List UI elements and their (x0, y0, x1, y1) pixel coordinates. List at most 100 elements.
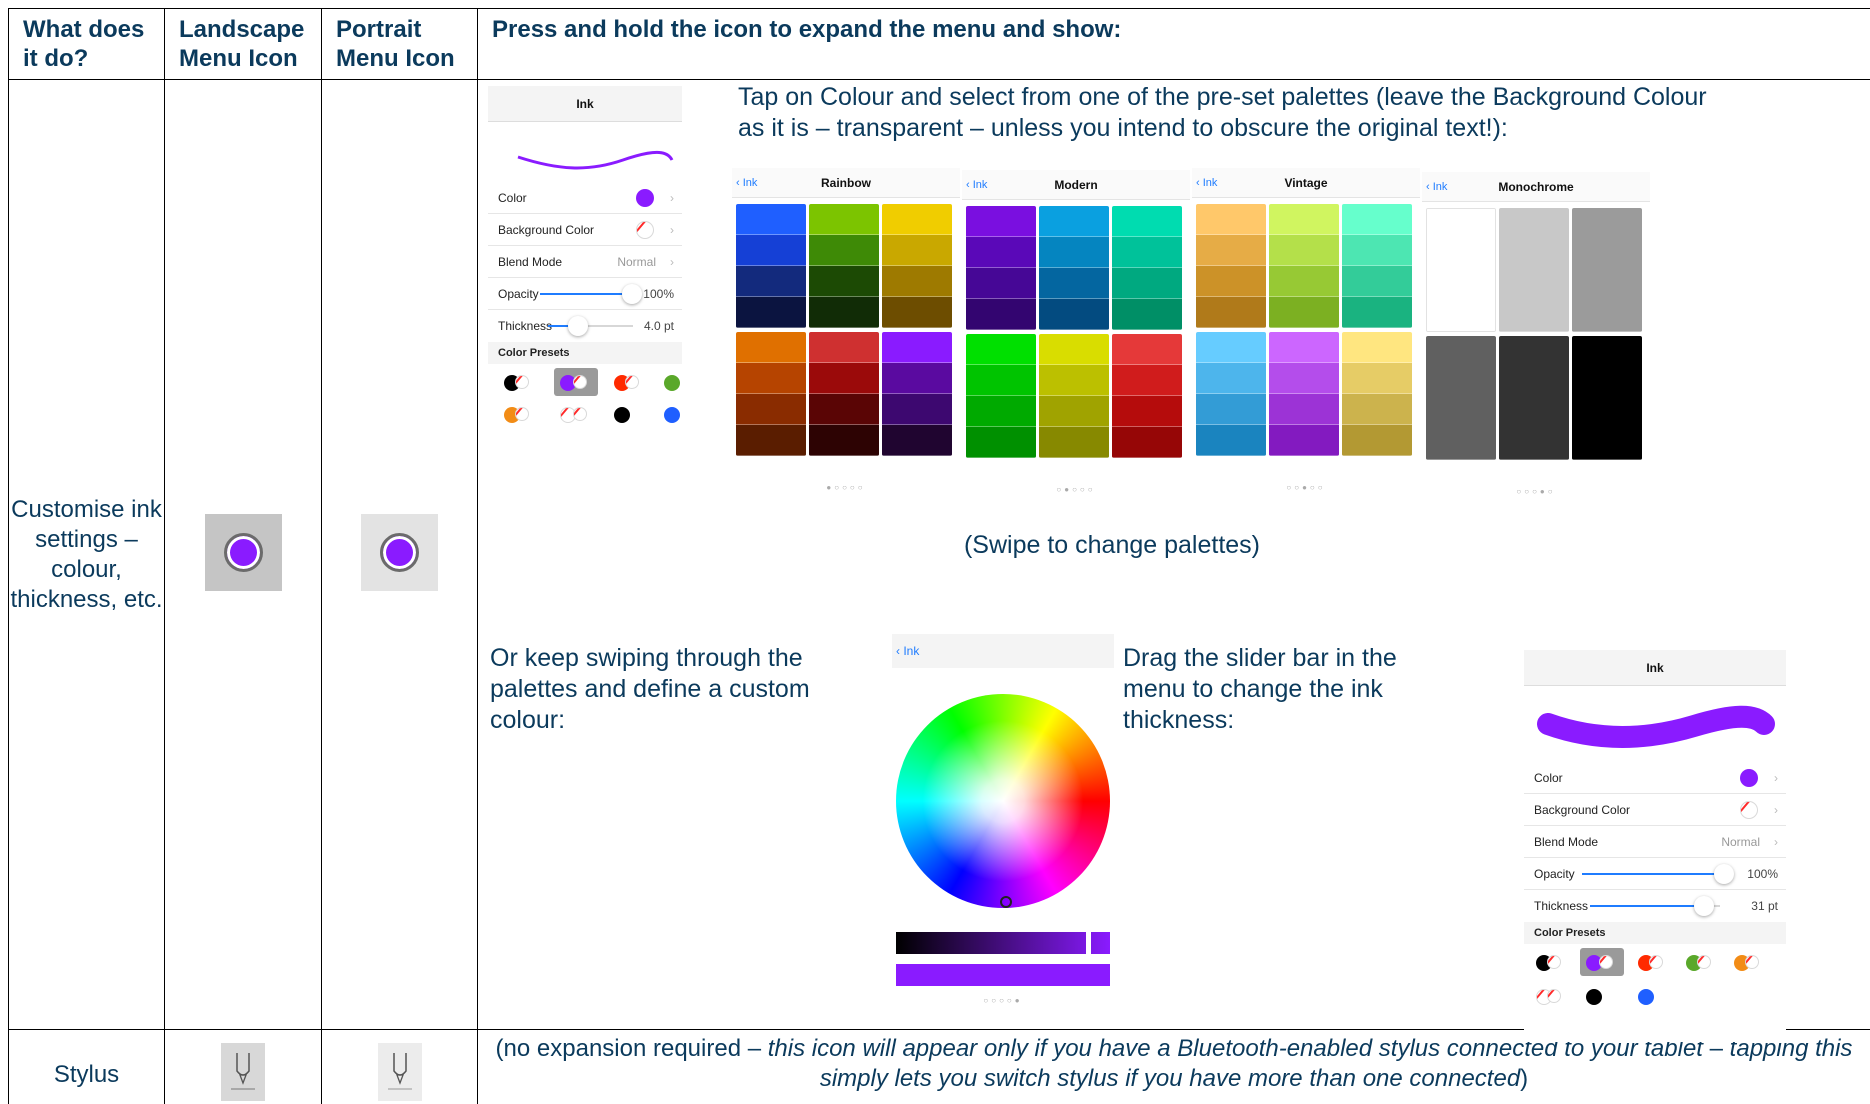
color-swatch[interactable] (809, 363, 879, 394)
color-swatch[interactable] (1039, 365, 1109, 396)
color-swatch[interactable] (809, 297, 879, 328)
stylus-pen-icon[interactable] (377, 1043, 422, 1101)
color-swatch[interactable] (1039, 427, 1109, 458)
color-swatch[interactable] (809, 394, 879, 425)
ink-color-icon[interactable] (204, 513, 282, 591)
color-swatch[interactable] (1342, 204, 1412, 235)
color-swatch[interactable] (1196, 363, 1266, 394)
thickness-knob[interactable] (1694, 896, 1714, 916)
preset-blue[interactable] (1638, 989, 1654, 1005)
color-swatch[interactable] (882, 332, 952, 363)
color-swatch[interactable] (736, 204, 806, 235)
back-button[interactable]: ‹ Ink (1426, 172, 1447, 202)
color-swatch[interactable] (882, 363, 952, 394)
preset-blue[interactable] (664, 407, 680, 423)
color-swatch[interactable] (966, 268, 1036, 299)
color-swatch[interactable] (966, 334, 1036, 365)
blend-mode-row[interactable]: Blend Mode Normal › (1524, 826, 1786, 858)
opacity-knob[interactable] (622, 284, 642, 304)
color-swatch[interactable] (1112, 427, 1182, 458)
color-swatch[interactable] (1039, 237, 1109, 268)
color-swatch[interactable] (1269, 297, 1339, 328)
color-swatch[interactable] (882, 394, 952, 425)
color-swatch[interactable] (736, 235, 806, 266)
color-swatch[interactable] (1196, 332, 1266, 363)
color-swatch[interactable] (809, 204, 879, 235)
color-swatch[interactable] (736, 363, 806, 394)
background-color-row[interactable]: Background Color › (488, 214, 682, 246)
color-swatch[interactable] (1112, 396, 1182, 427)
color-swatch[interactable] (1112, 365, 1182, 396)
preset-black-2[interactable] (1586, 989, 1602, 1005)
color-swatch[interactable] (809, 235, 879, 266)
color-swatch[interactable] (1427, 209, 1495, 331)
color-swatch[interactable] (1112, 237, 1182, 268)
color-swatch[interactable] (809, 425, 879, 456)
color-swatch[interactable] (882, 425, 952, 456)
color-swatch[interactable] (1269, 204, 1339, 235)
back-button[interactable]: ‹ Ink (736, 168, 757, 198)
color-swatch[interactable] (1039, 268, 1109, 299)
color-swatch[interactable] (809, 266, 879, 297)
blend-mode-row[interactable]: Blend Mode Normal › (488, 246, 682, 278)
color-swatch[interactable] (1269, 394, 1339, 425)
color-swatch[interactable] (1269, 266, 1339, 297)
color-swatch[interactable] (736, 425, 806, 456)
back-button[interactable]: ‹ Ink (896, 644, 919, 658)
color-swatch[interactable] (736, 332, 806, 363)
color-row[interactable]: Color › (1524, 762, 1786, 794)
brightness-slider[interactable] (896, 932, 1110, 954)
color-swatch[interactable] (882, 266, 952, 297)
color-swatch[interactable] (1342, 297, 1412, 328)
color-wheel[interactable] (896, 694, 1110, 908)
color-swatch[interactable] (1196, 266, 1266, 297)
color-swatch[interactable] (882, 204, 952, 235)
color-swatch[interactable] (736, 394, 806, 425)
opacity-knob[interactable] (1714, 864, 1734, 884)
color-swatch[interactable] (1342, 235, 1412, 266)
color-swatch[interactable] (809, 332, 879, 363)
color-swatch[interactable] (1196, 235, 1266, 266)
color-swatch[interactable] (1342, 363, 1412, 394)
color-swatch[interactable] (1269, 235, 1339, 266)
preset-green[interactable] (664, 375, 680, 391)
color-swatch[interactable] (1196, 394, 1266, 425)
color-swatch[interactable] (882, 235, 952, 266)
color-swatch[interactable] (882, 297, 952, 328)
color-swatch[interactable] (966, 237, 1036, 268)
color-swatch[interactable] (1269, 363, 1339, 394)
color-swatch[interactable] (966, 427, 1036, 458)
back-button[interactable]: ‹ Ink (1196, 168, 1217, 198)
opacity-slider[interactable] (1582, 873, 1722, 875)
color-swatch[interactable] (1112, 299, 1182, 330)
color-row[interactable]: Color › (488, 182, 682, 214)
color-swatch[interactable] (966, 299, 1036, 330)
preset-black-2[interactable] (614, 407, 630, 423)
color-swatch[interactable] (1342, 425, 1412, 456)
color-swatch[interactable] (1269, 332, 1339, 363)
color-swatch[interactable] (1499, 336, 1569, 460)
color-swatch[interactable] (1039, 334, 1109, 365)
thickness-slider[interactable] (1590, 905, 1700, 907)
background-color-row[interactable]: Background Color › (1524, 794, 1786, 826)
color-swatch[interactable] (1112, 206, 1182, 237)
color-swatch[interactable] (1572, 208, 1642, 332)
color-swatch[interactable] (736, 266, 806, 297)
color-swatch[interactable] (1342, 266, 1412, 297)
color-swatch[interactable] (966, 206, 1036, 237)
color-swatch[interactable] (1196, 204, 1266, 235)
color-swatch[interactable] (1196, 425, 1266, 456)
color-swatch[interactable] (1112, 334, 1182, 365)
color-swatch[interactable] (1039, 299, 1109, 330)
color-swatch[interactable] (1499, 208, 1569, 332)
color-swatch[interactable] (1342, 394, 1412, 425)
back-button[interactable]: ‹ Ink (966, 170, 987, 200)
color-swatch[interactable] (1342, 332, 1412, 363)
color-swatch[interactable] (1039, 396, 1109, 427)
wheel-selector[interactable] (1000, 896, 1012, 908)
stylus-pen-icon[interactable] (221, 1043, 265, 1101)
color-swatch[interactable] (1196, 297, 1266, 328)
ink-color-icon[interactable] (361, 513, 438, 591)
color-swatch[interactable] (1112, 268, 1182, 299)
thickness-knob[interactable] (568, 316, 588, 336)
